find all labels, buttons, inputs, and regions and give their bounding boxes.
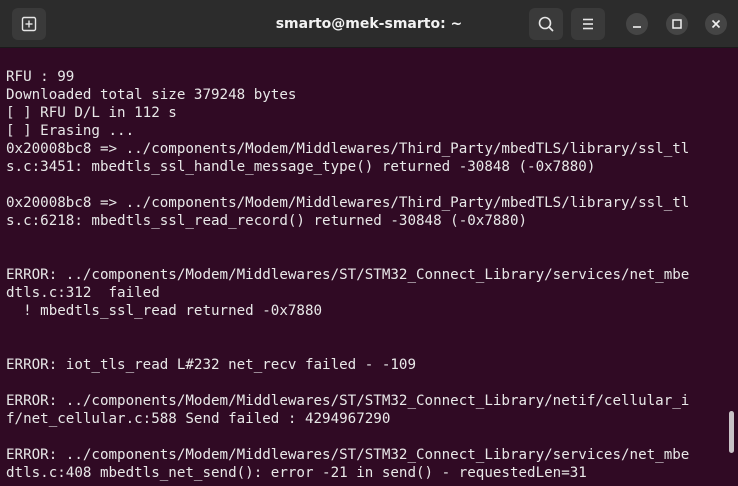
terminal-line: dtls.c:408 mbedtls_net_send(): error -21…: [6, 465, 587, 481]
minimize-button[interactable]: [626, 13, 648, 35]
close-icon: [711, 19, 721, 29]
search-icon: [538, 16, 554, 32]
terminal-line: ! mbedtls_ssl_read returned -0x7880: [6, 303, 323, 319]
close-button[interactable]: [705, 13, 727, 35]
terminal-line: ERROR: ../components/Modem/Middlewares/S…: [6, 447, 690, 463]
scrollbar-thumb[interactable]: [729, 411, 734, 453]
terminal-line: s.c:6218: mbedtls_ssl_read_record() retu…: [6, 213, 528, 229]
menu-button[interactable]: [571, 8, 605, 40]
minimize-icon: [633, 26, 641, 28]
terminal-line: [ ] Erasing ...: [6, 123, 135, 139]
maximize-button[interactable]: [666, 13, 688, 35]
terminal-line: 0x20008bc8 => ../components/Modem/Middle…: [6, 195, 690, 211]
terminal-line: dtls.c:312 failed: [6, 285, 160, 301]
terminal-line: [ ] RFU D/L in 112 s: [6, 105, 177, 121]
terminal-line: 0x20008bc8 => ../components/Modem/Middle…: [6, 141, 690, 157]
maximize-icon: [672, 19, 682, 29]
title-bar: smarto@mek-smarto: ~: [0, 0, 738, 48]
terminal-line: ERROR: ../components/Modem/Middlewares/S…: [6, 267, 690, 283]
terminal-line: ERROR: ../components/Modem/Middlewares/S…: [6, 393, 690, 409]
terminal-output[interactable]: RFU : 99 Downloaded total size 379248 byt…: [6, 68, 730, 482]
search-button[interactable]: [529, 8, 563, 40]
terminal-line: ERROR: iot_tls_read L#232 net_recv faile…: [6, 357, 416, 373]
terminal-line: RFU : 99: [6, 69, 75, 85]
terminal-line: Downloaded total size 379248 bytes: [6, 87, 297, 103]
hamburger-menu-icon: [583, 18, 593, 30]
terminal-window: smarto@mek-smarto: ~ RFU: 99 Downloaded…: [0, 0, 738, 486]
terminal-line: s.c:3451: mbedtls_ssl_handle_message_typ…: [6, 159, 596, 175]
terminal-line: f/net_cellular.c:588 Send failed : 42949…: [6, 411, 391, 427]
